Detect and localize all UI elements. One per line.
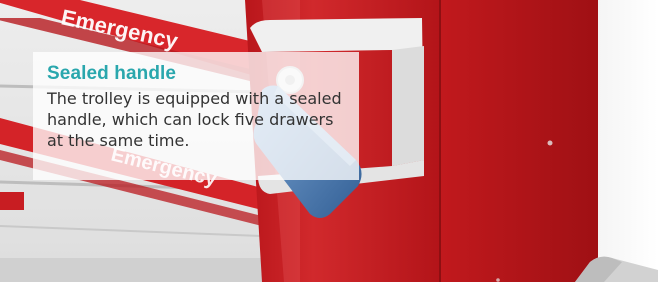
feature-description: The trolley is equipped with a sealed ha… [47,89,342,150]
product-feature-banner: Emergency Emergency [0,0,658,282]
feature-caption-card: Sealed handle The trolley is equipped wi… [33,52,359,180]
feature-title: Sealed handle [47,63,177,84]
